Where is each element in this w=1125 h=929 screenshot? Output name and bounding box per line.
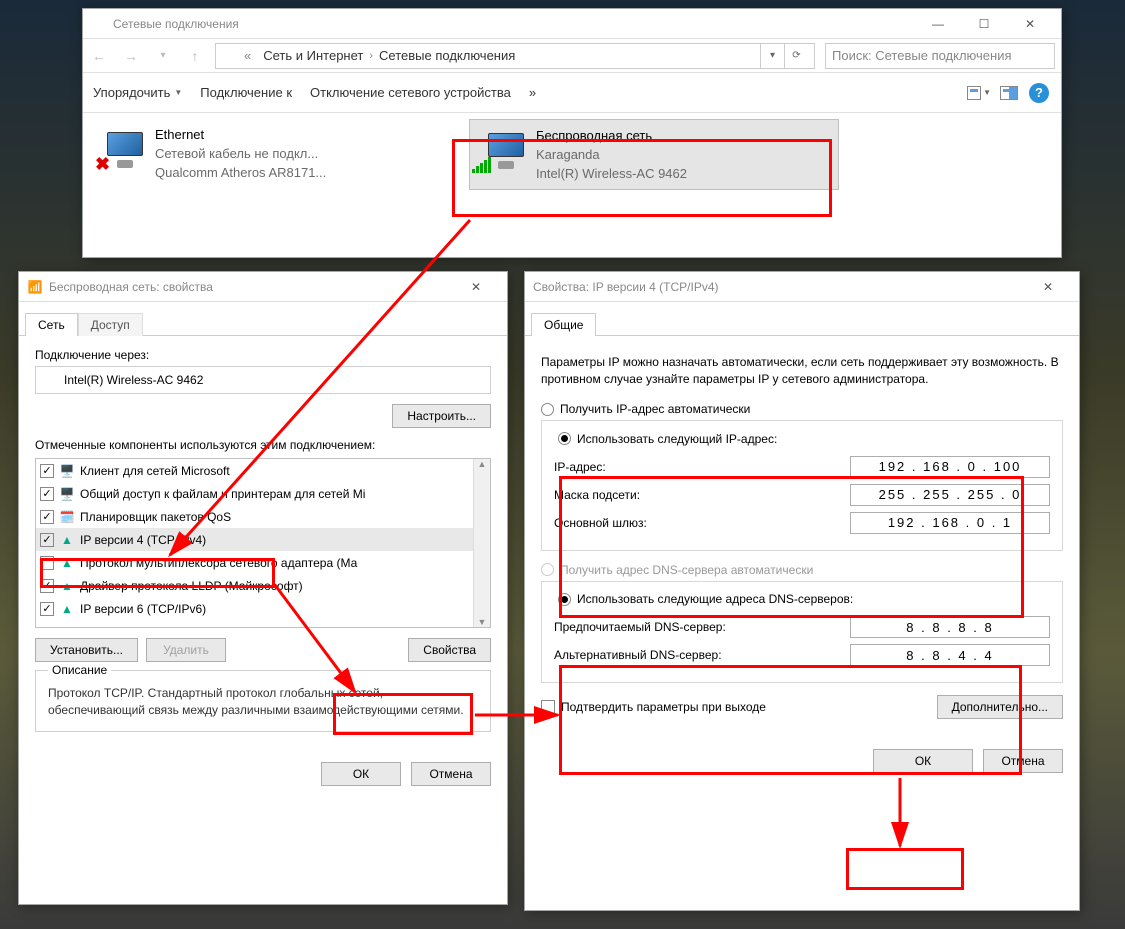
radio-auto-dns: Получить адрес DNS-сервера автоматически (541, 563, 1063, 577)
radio-manual-dns[interactable]: Использовать следующие адреса DNS-сервер… (554, 592, 857, 606)
ip-address-input[interactable]: 192 . 168 . 0 . 100 (850, 456, 1050, 478)
adapter-icon (42, 372, 58, 388)
list-label: Отмеченные компоненты используются этим … (35, 438, 491, 452)
radio-manual-ip[interactable]: Использовать следующий IP-адрес: (554, 432, 781, 446)
gateway-input[interactable]: 192 . 168 . 0 . 1 (850, 512, 1050, 534)
list-item[interactable]: ✓▲Драйвер протокола LLDP (Майкрософт) (36, 574, 490, 597)
manual-ip-group: Использовать следующий IP-адрес: IP-адре… (541, 420, 1063, 551)
close-button[interactable]: ✕ (453, 272, 499, 302)
subnet-mask-input[interactable]: 255 . 255 . 255 . 0 (850, 484, 1050, 506)
disable-device[interactable]: Отключение сетевого устройства (310, 85, 511, 100)
folder-icon (222, 48, 238, 64)
components-list[interactable]: ✓🖥️Клиент для сетей Microsoft ✓🖥️Общий д… (35, 458, 491, 628)
connect-to[interactable]: Подключение к (200, 85, 292, 100)
forward-button[interactable]: → (115, 41, 147, 71)
organize-menu[interactable]: Упорядочить▼ (93, 85, 182, 100)
refresh-button[interactable]: ⟳ (784, 43, 808, 69)
remove-button: Удалить (146, 638, 226, 662)
configure-button[interactable]: Настроить... (392, 404, 491, 428)
addr-dropdown[interactable]: ▾ (760, 43, 784, 69)
info-paragraph: Параметры IP можно назначать автоматичес… (541, 354, 1063, 388)
adapter-wireless[interactable]: Беспроводная сеть Karaganda Intel(R) Wir… (469, 119, 839, 190)
ok-button[interactable]: ОК (873, 749, 973, 773)
up-button[interactable]: ↑ (179, 41, 211, 71)
description-text: Протокол TCP/IP. Стандартный протокол гл… (48, 685, 478, 719)
list-item[interactable]: ✓🖥️Общий доступ к файлам и принтерам для… (36, 482, 490, 505)
list-item[interactable]: ✓🖥️Клиент для сетей Microsoft (36, 459, 490, 482)
properties-button[interactable]: Свойства (408, 638, 491, 662)
minimize-button[interactable]: — (915, 9, 961, 39)
tab-network[interactable]: Сеть (25, 313, 78, 336)
conn-label: Подключение через: (35, 348, 491, 362)
dns1-input[interactable]: 8 . 8 . 8 . 8 (850, 616, 1050, 638)
view-options-icon[interactable]: ▼ (967, 81, 991, 105)
list-item[interactable]: ▲Протокол мультиплексора сетевого адапте… (36, 551, 490, 574)
close-button[interactable]: ✕ (1025, 272, 1071, 302)
description-title: Описание (48, 663, 111, 677)
dns2-input[interactable]: 8 . 8 . 4 . 4 (850, 644, 1050, 666)
adapter-icon (476, 126, 536, 176)
dialog-title: Беспроводная сеть: свойства (49, 280, 213, 294)
tab-general[interactable]: Общие (531, 313, 596, 336)
confirm-checkbox[interactable]: Подтвердить параметры при выходе (541, 700, 766, 714)
preview-pane-icon[interactable] (997, 81, 1021, 105)
list-item[interactable]: ✓🗓️Планировщик пакетов QoS (36, 505, 490, 528)
adapter-icon: ✖ (95, 125, 155, 175)
crumb-2[interactable]: Сетевые подключения (379, 48, 515, 63)
scrollbar[interactable]: ▲ ▼ (473, 459, 490, 627)
device-box: Intel(R) Wireless-AC 9462 (35, 366, 491, 394)
close-button[interactable]: ✕ (1007, 9, 1053, 39)
crumb-1[interactable]: Сеть и Интернет (263, 48, 363, 63)
recent-button[interactable]: ▾ (147, 41, 179, 71)
network-icon: 📶 (27, 279, 43, 295)
list-item-ipv4[interactable]: ✓▲IP версии 4 (TCP/IPv4) (36, 528, 490, 551)
back-button[interactable]: ← (83, 41, 115, 71)
cancel-button[interactable]: Отмена (983, 749, 1063, 773)
help-icon[interactable]: ? (1027, 81, 1051, 105)
advanced-button[interactable]: Дополнительно... (937, 695, 1063, 719)
network-icon (91, 16, 107, 32)
search-input[interactable]: Поиск: Сетевые подключения (825, 43, 1055, 69)
install-button[interactable]: Установить... (35, 638, 138, 662)
manual-dns-group: Использовать следующие адреса DNS-сервер… (541, 581, 1063, 684)
radio-auto-ip[interactable]: Получить IP-адрес автоматически (541, 402, 1063, 416)
ok-button[interactable]: ОК (321, 762, 401, 786)
window-title: Сетевые подключения (113, 17, 239, 31)
cancel-button[interactable]: Отмена (411, 762, 491, 786)
maximize-button[interactable]: ☐ (961, 9, 1007, 39)
adapter-ethernet[interactable]: ✖ Ethernet Сетевой кабель не подкл... Qu… (89, 119, 459, 190)
list-item[interactable]: ✓▲IP версии 6 (TCP/IPv6) (36, 597, 490, 620)
dialog-title: Свойства: IP версии 4 (TCP/IPv4) (533, 280, 719, 294)
tab-access[interactable]: Доступ (78, 313, 143, 336)
more-commands[interactable]: » (529, 85, 536, 100)
address-bar[interactable]: « Сеть и Интернет › Сетевые подключения … (215, 43, 815, 69)
